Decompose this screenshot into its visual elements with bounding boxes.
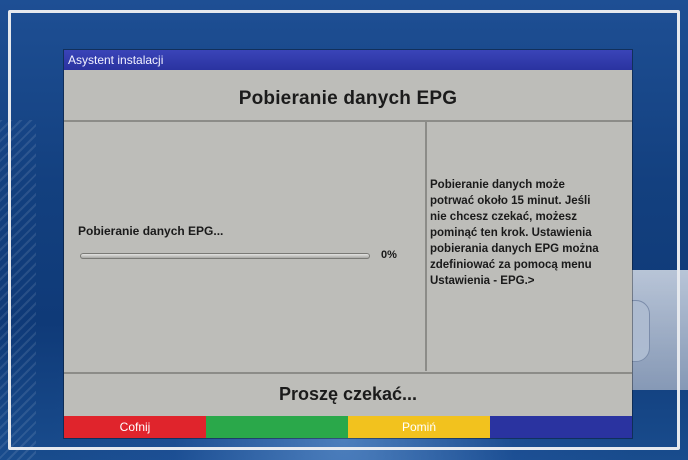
page-title: Pobieranie danych EPG (238, 88, 458, 109)
status-text: Proszę czekać... (278, 384, 418, 404)
info-line: Pobieranie danych może (430, 179, 565, 191)
progress-percent: 0% (381, 249, 397, 261)
yellow-key-skip-button[interactable]: Pomiń (348, 416, 490, 438)
progress-bar (80, 253, 370, 259)
progress-label: Pobieranie danych EPG... (78, 224, 224, 238)
info-line: potrwać około 15 minut. Jeśli (430, 195, 591, 207)
info-line: pominąć ten krok. Ustawienia (430, 227, 592, 239)
divider-vertical (425, 121, 427, 371)
info-line: pobierania danych EPG można (430, 243, 599, 255)
color-key-bar: Cofnij Pomiń (64, 416, 632, 438)
divider-top (64, 120, 632, 122)
red-key-back-button[interactable]: Cofnij (64, 416, 206, 438)
installation-wizard-dialog: Asystent instalacji Pobieranie danych EP… (64, 50, 632, 438)
info-line: zdefiniować za pomocą menu (430, 259, 592, 271)
info-line: Ustawienia - EPG.> (430, 275, 535, 287)
info-text: Pobieranie danych może potrwać około 15 m… (430, 177, 626, 289)
green-key-button[interactable] (206, 416, 348, 438)
info-line: nie chcesz czekać, możesz (430, 211, 578, 223)
blue-key-button[interactable] (490, 416, 632, 438)
window-title: Asystent instalacji (64, 50, 632, 70)
